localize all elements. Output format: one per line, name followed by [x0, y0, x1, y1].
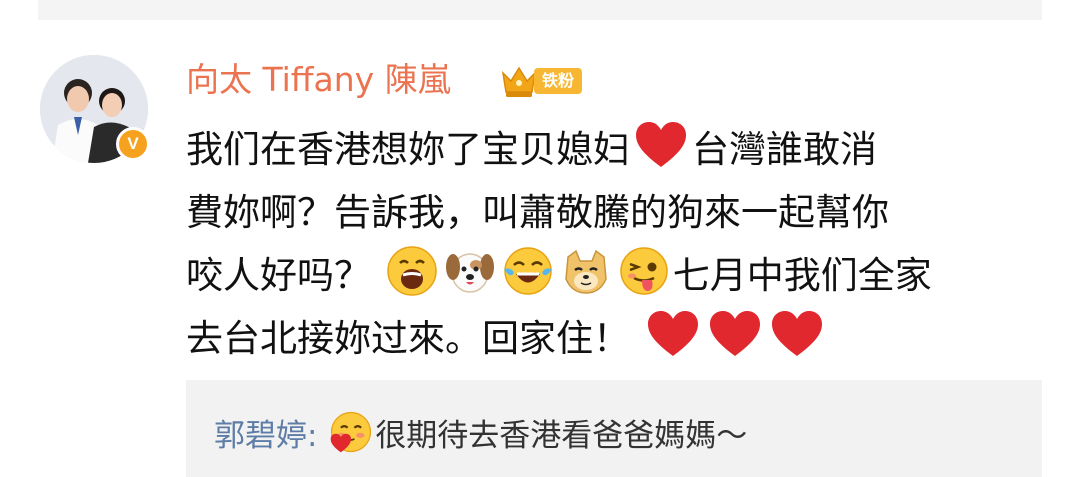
comment-text: 咬人好吗？	[186, 254, 371, 297]
crown-icon	[500, 63, 538, 99]
comment-body: 我们在香港想妳了宝贝媳妇 台灣誰敢消 費妳啊？告訴我，叫蕭敬騰的狗來一起幫你 咬人…	[186, 118, 1046, 370]
comment-text: 我们在香港想妳了宝贝媳妇	[186, 128, 630, 171]
comment-line: 去台北接妳过來。回家住！	[186, 307, 1046, 370]
love-face-icon	[329, 410, 373, 454]
reply-author[interactable]: 郭碧婷	[214, 418, 307, 454]
heart-icon	[634, 120, 688, 170]
tears-of-joy-face-icon	[502, 245, 554, 297]
reply: 郭碧婷: 很期待去香港看爸爸媽媽～	[214, 410, 747, 458]
comment-text: 去台北接妳过來。回家住！	[186, 317, 630, 360]
comment-text: 費妳啊？告訴我，叫蕭敬騰的狗來一起幫你	[186, 191, 889, 234]
comment-text: 台灣誰敢消	[692, 128, 877, 171]
laughing-face-icon	[386, 245, 438, 297]
comment-text: 七月中我们全家	[672, 254, 932, 297]
doge-face-icon	[560, 245, 612, 297]
comment-line: 咬人好吗？ 七月中我们全家	[186, 244, 1046, 307]
fan-badge-label: 铁粉	[534, 68, 583, 94]
tongue-wink-face-icon	[618, 245, 670, 297]
verified-badge: V	[116, 127, 150, 161]
comment-line: 費妳啊？告訴我，叫蕭敬騰的狗來一起幫你	[186, 181, 1046, 244]
comment-line: 我们在香港想妳了宝贝媳妇 台灣誰敢消	[186, 118, 1046, 181]
heart-icon	[708, 309, 762, 359]
reply-separator: :	[307, 418, 328, 454]
fan-badge: 铁粉	[500, 63, 583, 99]
dog-face-icon	[444, 245, 496, 297]
heart-icon	[770, 309, 824, 359]
previous-card-divider	[38, 0, 1042, 20]
reply-box[interactable]: 郭碧婷: 很期待去香港看爸爸媽媽～	[186, 380, 1042, 477]
comment-username[interactable]: 向太 Tiffany 陳嵐	[186, 60, 451, 100]
heart-icon	[646, 309, 700, 359]
reply-text: 很期待去香港看爸爸媽媽～	[375, 418, 748, 454]
